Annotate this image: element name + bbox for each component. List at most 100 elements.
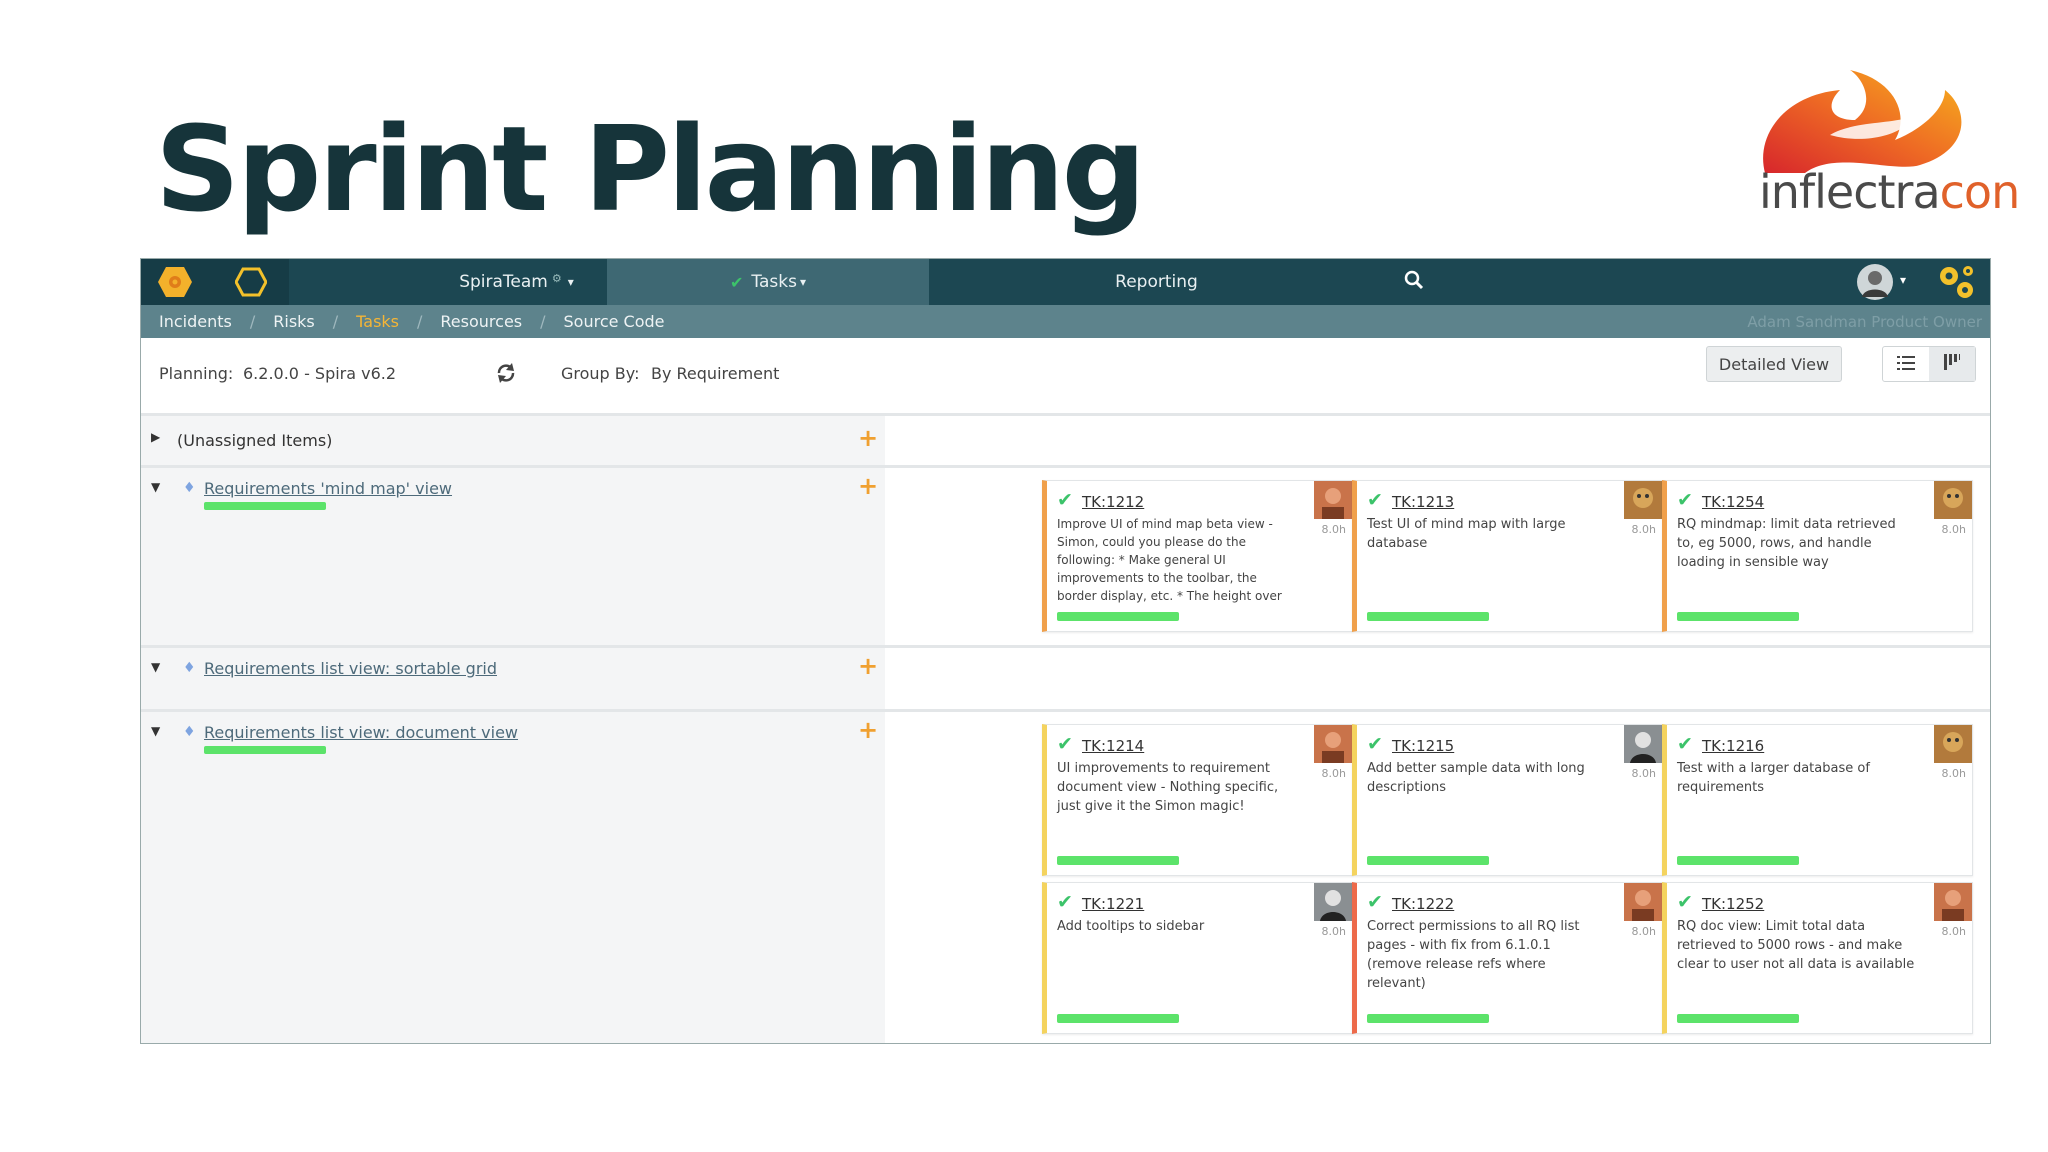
logo-text-accent: con bbox=[1939, 165, 2021, 219]
user-menu[interactable]: ▾ bbox=[1856, 263, 1916, 301]
task-progress-bar bbox=[1057, 612, 1179, 621]
task-description: Test with a larger database of requireme… bbox=[1677, 761, 1870, 795]
caret-down-icon[interactable]: ▼ bbox=[151, 660, 160, 674]
task-progress-bar bbox=[1367, 1014, 1489, 1023]
task-card[interactable]: ✔ TK:1254 RQ mindmap: limit data retriev… bbox=[1662, 480, 1973, 632]
planning-toolbar: Planning: 6.2.0.0 - Spira v6.2 Group By:… bbox=[141, 338, 1990, 415]
breadcrumb-separator: / bbox=[540, 312, 546, 331]
tab-reporting[interactable]: Reporting bbox=[929, 259, 1384, 305]
task-card[interactable]: ✔ TK:1221 Add tooltips to sidebar 8.0h bbox=[1042, 882, 1353, 1034]
task-card[interactable]: ✔ TK:1215 Add better sample data with lo… bbox=[1352, 724, 1663, 876]
requirement-link[interactable]: Requirements list view: document view bbox=[204, 723, 518, 742]
owner-avatar-icon bbox=[1624, 883, 1662, 921]
add-task-button[interactable]: + bbox=[858, 716, 878, 744]
search-button[interactable] bbox=[1384, 259, 1444, 305]
board-icon bbox=[1944, 354, 1960, 374]
requirement-link[interactable]: Requirements list view: sortable grid bbox=[204, 659, 497, 678]
group-by-select[interactable]: By Requirement bbox=[651, 364, 779, 383]
owner-avatar-icon bbox=[1314, 725, 1352, 763]
owner-avatar-icon bbox=[1934, 481, 1972, 519]
check-icon: ✔ bbox=[1057, 489, 1073, 511]
subnav-item-incidents[interactable]: Incidents bbox=[159, 312, 232, 331]
task-id-link[interactable]: TK:1221 bbox=[1082, 895, 1144, 913]
requirement-icon: ♦ bbox=[183, 724, 196, 740]
requirement-icon: ♦ bbox=[183, 480, 196, 496]
chevron-down-icon: ▾ bbox=[1900, 273, 1907, 287]
task-card[interactable]: ✔ TK:1214 UI improvements to requirement… bbox=[1042, 724, 1353, 876]
task-id-link[interactable]: TK:1252 bbox=[1702, 895, 1764, 913]
subnav-item-risks[interactable]: Risks bbox=[273, 312, 315, 331]
breadcrumb-separator: / bbox=[249, 312, 256, 331]
product-name: SpiraTeam bbox=[459, 272, 548, 292]
hexagon-outline-icon[interactable] bbox=[234, 267, 268, 302]
breadcrumb-separator: / bbox=[417, 312, 423, 331]
owner-avatar-icon bbox=[1934, 725, 1972, 763]
task-id-link[interactable]: TK:1215 bbox=[1392, 737, 1454, 755]
check-icon: ✔ bbox=[1677, 891, 1693, 913]
add-task-button[interactable]: + bbox=[858, 424, 878, 452]
task-id-link[interactable]: TK:1254 bbox=[1702, 493, 1764, 511]
task-hours: 8.0h bbox=[1631, 925, 1656, 938]
task-id-link[interactable]: TK:1213 bbox=[1392, 493, 1454, 511]
task-id-link[interactable]: TK:1222 bbox=[1392, 895, 1454, 913]
group-row-unassigned: ▶ (Unassigned Items) + bbox=[141, 413, 1990, 468]
caret-down-icon[interactable]: ▼ bbox=[151, 480, 160, 494]
task-card[interactable]: ✔ TK:1216 Test with a larger database of… bbox=[1662, 724, 1973, 876]
task-card[interactable]: ✔ TK:1213 Test UI of mind map with large… bbox=[1352, 480, 1663, 632]
task-description: Correct permissions to all RQ list pages… bbox=[1367, 919, 1580, 991]
slide-title: Sprint Planning bbox=[155, 100, 1146, 238]
tasks-label: Tasks bbox=[751, 272, 797, 292]
subnav-item-tasks[interactable]: Tasks bbox=[356, 312, 399, 331]
flame-icon bbox=[1763, 70, 1962, 173]
hexagon-logo-icon[interactable] bbox=[157, 266, 193, 303]
task-hours: 8.0h bbox=[1631, 767, 1656, 780]
add-task-button[interactable]: + bbox=[858, 652, 878, 680]
task-hours: 8.0h bbox=[1321, 925, 1346, 938]
list-view-button[interactable] bbox=[1883, 347, 1929, 381]
subnav-item-resources[interactable]: Resources bbox=[440, 312, 522, 331]
gears-icon[interactable] bbox=[1935, 262, 1977, 306]
refresh-icon[interactable] bbox=[495, 362, 517, 388]
reporting-label: Reporting bbox=[1115, 272, 1198, 292]
owner-avatar-icon bbox=[1624, 481, 1662, 519]
task-hours: 8.0h bbox=[1941, 767, 1966, 780]
check-icon: ✔ bbox=[1367, 489, 1383, 511]
check-icon: ✔ bbox=[1367, 891, 1383, 913]
owner-avatar-icon bbox=[1624, 725, 1662, 763]
sub-navigation: Incidents / Risks / Tasks / Resources / … bbox=[141, 305, 1990, 338]
task-card[interactable]: ✔ TK:1212 Improve UI of mind map beta vi… bbox=[1042, 480, 1353, 632]
task-hours: 8.0h bbox=[1321, 523, 1346, 536]
subnav-item-source-code[interactable]: Source Code bbox=[564, 312, 665, 331]
owner-avatar-icon bbox=[1314, 481, 1352, 519]
task-description: Add better sample data with long descrip… bbox=[1367, 761, 1585, 795]
breadcrumb-separator: / bbox=[332, 312, 339, 331]
tab-tasks[interactable]: ✔ Tasks ▾ bbox=[607, 259, 929, 305]
check-icon: ✔ bbox=[1057, 733, 1073, 755]
task-id-link[interactable]: TK:1214 bbox=[1082, 737, 1144, 755]
product-gear-icon: ⚙ bbox=[551, 271, 562, 285]
task-id-link[interactable]: TK:1212 bbox=[1082, 493, 1144, 511]
check-icon: ✔ bbox=[730, 272, 744, 292]
task-card[interactable]: ✔ TK:1222 Correct permissions to all RQ … bbox=[1352, 882, 1663, 1034]
task-hours: 8.0h bbox=[1321, 767, 1346, 780]
requirement-link[interactable]: Requirements 'mind map' view bbox=[204, 479, 452, 498]
task-description: Add tooltips to sidebar bbox=[1057, 919, 1205, 934]
add-task-button[interactable]: + bbox=[858, 472, 878, 500]
chevron-down-icon: ▾ bbox=[567, 275, 574, 289]
planning-release-select[interactable]: 6.2.0.0 - Spira v6.2 bbox=[243, 364, 396, 383]
logo-text-main: inflectra bbox=[1759, 165, 1941, 219]
task-description: RQ doc view: Limit total data retrieved … bbox=[1677, 919, 1915, 972]
search-icon bbox=[1404, 270, 1424, 295]
caret-right-icon[interactable]: ▶ bbox=[151, 430, 160, 444]
inflectracon-logo: inflectracon bbox=[1745, 65, 2020, 240]
task-id-link[interactable]: TK:1216 bbox=[1702, 737, 1764, 755]
check-icon: ✔ bbox=[1677, 733, 1693, 755]
owner-avatar-icon bbox=[1934, 883, 1972, 921]
board-view-button[interactable] bbox=[1929, 347, 1975, 381]
current-user-label: Adam Sandman Product Owner bbox=[1747, 312, 1982, 331]
detailed-view-button[interactable]: Detailed View bbox=[1706, 346, 1842, 382]
task-card[interactable]: ✔ TK:1252 RQ doc view: Limit total data … bbox=[1662, 882, 1973, 1034]
list-icon bbox=[1897, 355, 1915, 374]
requirement-progress-bar bbox=[204, 746, 326, 754]
caret-down-icon[interactable]: ▼ bbox=[151, 724, 160, 738]
